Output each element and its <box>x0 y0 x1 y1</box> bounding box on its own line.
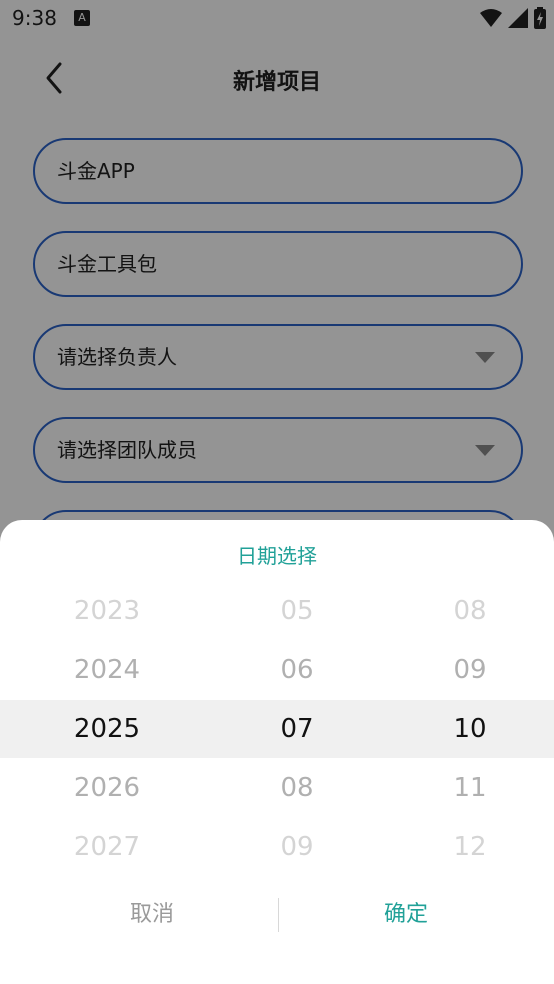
day-option[interactable]: 08 <box>390 582 550 641</box>
month-wheel[interactable]: 05 06 07 08 09 <box>217 582 377 877</box>
year-option[interactable]: 2024 <box>27 641 187 700</box>
confirm-button[interactable]: 确定 <box>306 896 506 928</box>
day-wheel[interactable]: 08 09 10 11 12 <box>390 582 550 877</box>
year-option[interactable]: 2026 <box>27 759 187 818</box>
picker-title: 日期选择 <box>237 544 317 568</box>
button-divider <box>278 898 279 932</box>
date-picker-sheet: 日期选择 2023 2024 2025 2026 2027 05 06 07 0… <box>0 520 554 984</box>
day-option[interactable]: 12 <box>390 818 550 877</box>
month-option[interactable]: 05 <box>217 582 377 641</box>
month-option[interactable]: 09 <box>217 818 377 877</box>
month-option[interactable]: 08 <box>217 759 377 818</box>
year-option-selected[interactable]: 2025 <box>27 700 187 759</box>
day-option[interactable]: 11 <box>390 759 550 818</box>
day-option[interactable]: 09 <box>390 641 550 700</box>
year-option[interactable]: 2023 <box>27 582 187 641</box>
year-option[interactable]: 2027 <box>27 818 187 877</box>
month-option[interactable]: 06 <box>217 641 377 700</box>
year-wheel[interactable]: 2023 2024 2025 2026 2027 <box>27 582 187 877</box>
month-option-selected[interactable]: 07 <box>217 700 377 759</box>
cancel-button[interactable]: 取消 <box>52 896 252 928</box>
day-option-selected[interactable]: 10 <box>390 700 550 759</box>
